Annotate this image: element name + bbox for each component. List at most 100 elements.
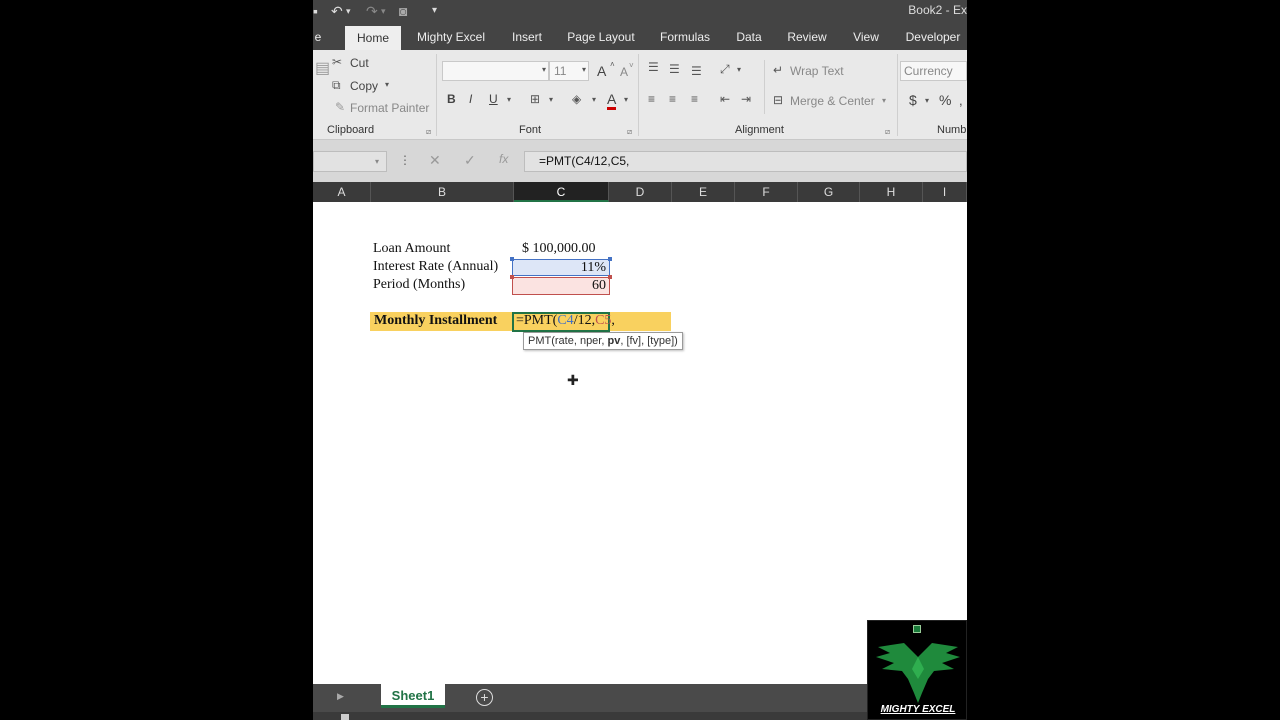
ref-handle[interactable] (608, 257, 612, 261)
tab-formulas[interactable]: Formulas (657, 28, 713, 50)
font-color-dropdown-icon[interactable]: ▾ (624, 95, 628, 104)
undo-dropdown-icon[interactable]: ▾ (346, 6, 351, 17)
comma-style-button[interactable]: , (959, 93, 963, 108)
tab-mighty-excel[interactable]: Mighty Excel (413, 28, 489, 50)
tab-data[interactable]: Data (733, 28, 765, 50)
grow-font-button[interactable]: A (597, 63, 606, 79)
insert-function-icon[interactable]: fx (499, 152, 508, 166)
align-bottom-icon[interactable]: ☰ (691, 64, 702, 78)
tab-insert[interactable]: Insert (507, 28, 547, 50)
font-name-dropdown-icon[interactable]: ▾ (542, 65, 546, 74)
borders-dropdown-icon[interactable]: ▾ (549, 95, 553, 104)
column-header-c[interactable]: C (514, 182, 609, 202)
ref-handle[interactable] (608, 275, 612, 279)
column-header-f[interactable]: F (735, 182, 798, 202)
column-header-h[interactable]: H (860, 182, 923, 202)
cell-b4[interactable]: Loan Amount (373, 241, 450, 257)
redo-dropdown-icon[interactable]: ▾ (381, 6, 386, 17)
cut-button[interactable]: Cut (350, 56, 369, 70)
orientation-icon[interactable]: ⤢ (720, 62, 730, 77)
font-size-select[interactable]: 11 ▾ (549, 61, 589, 81)
column-header-a[interactable]: A (313, 182, 371, 202)
name-box-dropdown-icon[interactable]: ▾ (375, 157, 379, 166)
enter-icon[interactable]: ✓ (464, 152, 476, 169)
tab-file[interactable]: e (313, 28, 323, 50)
undo-icon[interactable]: ↶ (331, 3, 343, 20)
name-box[interactable]: ▾ (313, 151, 387, 172)
align-middle-icon[interactable]: ☰ (669, 62, 680, 76)
cell-c4[interactable]: $ 100,000.00 (522, 241, 596, 257)
borders-icon[interactable]: ⊞ (530, 92, 540, 106)
redo-icon[interactable]: ↷ (366, 3, 378, 20)
font-size-dropdown-icon[interactable]: ▾ (582, 65, 586, 74)
ref-handle[interactable] (510, 257, 514, 261)
italic-button[interactable]: I (469, 92, 472, 106)
cancel-icon[interactable]: ✕ (429, 152, 441, 169)
fill-color-dropdown-icon[interactable]: ▾ (592, 95, 596, 104)
accounting-dropdown-icon[interactable]: ▾ (925, 96, 929, 105)
camera-icon[interactable]: ◙ (399, 3, 407, 19)
ref-handle[interactable] (510, 275, 514, 279)
number-format-select[interactable]: Currency (900, 61, 967, 81)
logo-text: MIGHTY EXCEL (880, 704, 956, 715)
macro-record-icon[interactable] (341, 714, 349, 720)
column-header-i[interactable]: I (923, 182, 967, 202)
underline-button[interactable]: U (489, 92, 498, 106)
add-sheet-icon[interactable]: + (476, 689, 493, 706)
merge-dropdown-icon[interactable]: ▾ (882, 96, 886, 105)
customize-toolbar-icon[interactable]: ▾ (432, 5, 437, 16)
format-painter-button[interactable]: Format Painter (350, 101, 429, 115)
wrap-text-button[interactable]: Wrap Text (790, 64, 844, 78)
column-header-g[interactable]: G (798, 182, 860, 202)
accounting-format-button[interactable]: $ (909, 92, 917, 108)
tab-view[interactable]: View (849, 28, 883, 50)
align-center-icon[interactable]: ≡ (669, 92, 676, 106)
scroll-sheets-icon[interactable]: ▶ (337, 691, 344, 702)
cell-b5[interactable]: Interest Rate (Annual) (373, 259, 498, 275)
tab-home[interactable]: Home (345, 26, 401, 50)
merge-center-button[interactable]: Merge & Center (790, 94, 875, 108)
formula-input[interactable]: =PMT(C4/12,C5, (524, 151, 967, 172)
fill-color-icon[interactable]: ◈ (572, 92, 581, 106)
save-icon[interactable]: ▪ (313, 3, 318, 19)
orientation-dropdown-icon[interactable]: ▾ (737, 65, 741, 74)
cell-cursor-icon: ✚ (567, 372, 579, 388)
scissors-icon[interactable]: ✂ (332, 55, 342, 69)
paste-icon[interactable]: ▤ (315, 58, 330, 78)
font-launcher-icon[interactable]: ⧄ (627, 127, 632, 137)
column-header-b[interactable]: B (371, 182, 514, 202)
font-name-select[interactable]: ▾ (442, 61, 549, 81)
merge-center-icon[interactable]: ⊟ (773, 93, 783, 107)
copy-button[interactable]: Copy (350, 79, 378, 93)
cell-c5-reference-box[interactable]: 11% (512, 259, 610, 276)
align-right-icon[interactable]: ≡ (691, 92, 698, 106)
cell-b6[interactable]: Period (Months) (373, 277, 465, 293)
sheet-tab-sheet1[interactable]: Sheet1 (381, 684, 445, 708)
copy-dropdown-icon[interactable]: ▾ (385, 80, 389, 89)
font-color-button[interactable]: A (607, 91, 617, 110)
format-painter-icon[interactable]: ✎ (335, 100, 345, 114)
more-options-icon[interactable]: ⋮ (399, 153, 411, 167)
cell-c8-edit[interactable]: =PMT(C4/12,C5, (516, 313, 615, 329)
column-header-d[interactable]: D (609, 182, 672, 202)
wrap-text-icon[interactable]: ↵ (773, 63, 783, 77)
clipboard-launcher-icon[interactable]: ⧄ (426, 127, 431, 137)
alignment-launcher-icon[interactable]: ⧄ (885, 127, 890, 137)
increase-indent-icon[interactable]: ⇥ (741, 92, 751, 106)
percent-button[interactable]: % (939, 92, 951, 108)
tab-review[interactable]: Review (785, 28, 829, 50)
cell-b8[interactable]: Monthly Installment (374, 313, 497, 329)
align-left-icon[interactable]: ≡ (648, 92, 655, 106)
align-top-icon[interactable]: ☰ (648, 60, 659, 74)
cell-c6-reference-box[interactable]: 60 (512, 277, 610, 295)
copy-icon[interactable]: ⧉ (332, 78, 341, 93)
shrink-font-button[interactable]: A (620, 65, 628, 79)
tab-developer[interactable]: Developer (903, 28, 963, 50)
function-tooltip[interactable]: PMT(rate, nper, pv, [fv], [type]) (523, 332, 683, 350)
decrease-indent-icon[interactable]: ⇤ (720, 92, 730, 106)
tab-page-layout[interactable]: Page Layout (565, 28, 637, 50)
worksheet-grid[interactable]: Loan Amount $ 100,000.00 Interest Rate (… (313, 202, 967, 685)
bold-button[interactable]: B (447, 92, 456, 106)
column-header-e[interactable]: E (672, 182, 735, 202)
underline-dropdown-icon[interactable]: ▾ (507, 95, 511, 104)
